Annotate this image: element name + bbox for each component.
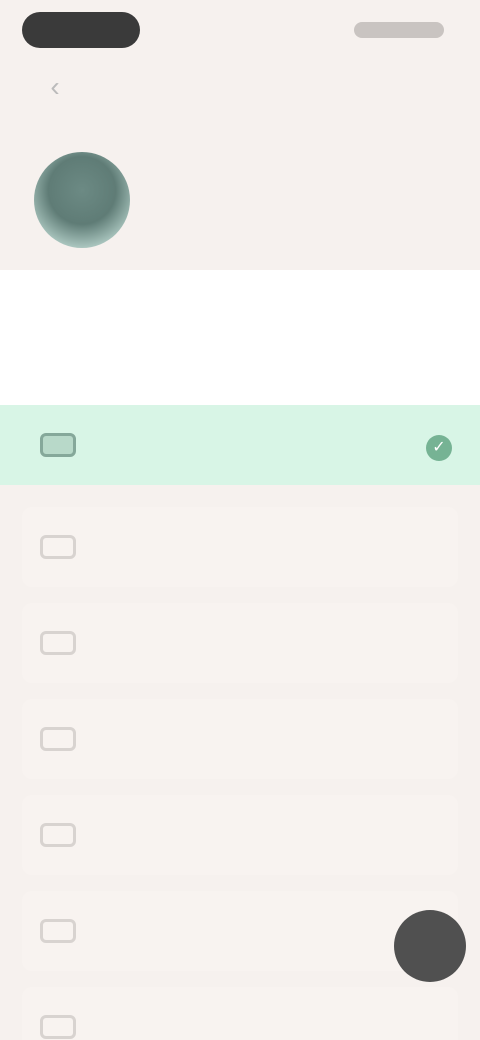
status-icons xyxy=(354,22,444,38)
option-icon xyxy=(40,1015,76,1039)
check-icon: ✓ xyxy=(426,435,452,461)
status-pill xyxy=(22,12,140,48)
option-icon xyxy=(40,433,76,457)
question-card xyxy=(0,270,480,405)
option-icon xyxy=(40,919,76,943)
option-item-7[interactable] xyxy=(22,987,458,1040)
option-item-5[interactable] xyxy=(22,795,458,875)
profile-name xyxy=(172,190,352,210)
avatar xyxy=(34,152,130,248)
option-item-2[interactable] xyxy=(22,507,458,587)
header-title xyxy=(120,76,360,96)
floating-action-button[interactable] xyxy=(394,910,466,982)
profile-row xyxy=(0,140,480,270)
option-icon xyxy=(40,727,76,751)
option-item-1[interactable]: ✓ xyxy=(0,405,480,485)
option-icon xyxy=(40,631,76,655)
option-item-3[interactable] xyxy=(22,603,458,683)
option-item-6[interactable] xyxy=(22,891,458,971)
header: ‹ xyxy=(0,62,480,112)
option-icon xyxy=(40,823,76,847)
option-icon xyxy=(40,535,76,559)
back-arrow-icon[interactable]: ‹ xyxy=(38,70,72,104)
status-bar xyxy=(0,0,480,62)
option-item-4[interactable] xyxy=(22,699,458,779)
